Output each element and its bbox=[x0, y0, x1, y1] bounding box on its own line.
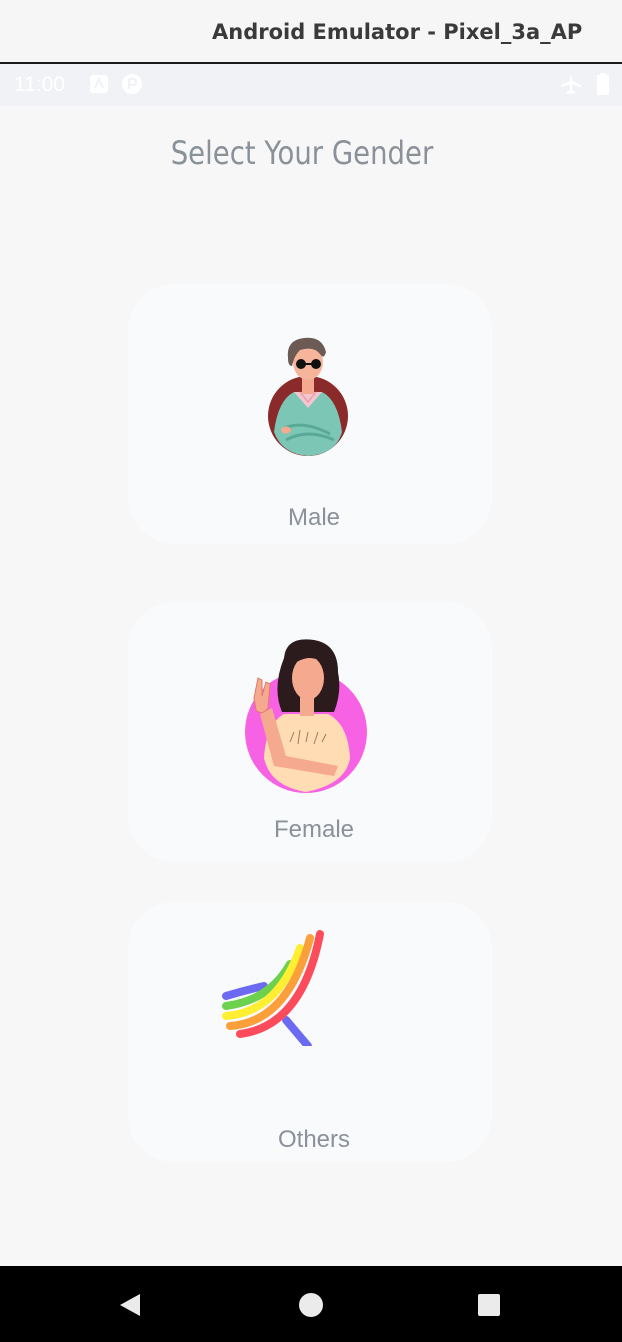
female-option-card[interactable]: Female bbox=[128, 602, 492, 862]
others-option-label: Others bbox=[277, 1126, 351, 1153]
home-icon[interactable] bbox=[296, 1290, 326, 1320]
rainbow-icon bbox=[222, 930, 324, 1046]
page-title: Select Your Gender bbox=[170, 134, 434, 172]
pocket-icon bbox=[122, 74, 142, 94]
airplane-mode-icon bbox=[561, 74, 581, 94]
male-option-card[interactable]: Male bbox=[128, 284, 492, 544]
window-title: Android Emulator - Pixel_3a_AP bbox=[212, 20, 583, 44]
female-avatar-icon bbox=[245, 639, 367, 793]
male-avatar-icon bbox=[268, 337, 348, 456]
battery-icon bbox=[597, 73, 609, 95]
status-time: 11:00 bbox=[14, 73, 65, 96]
accessibility-icon bbox=[90, 75, 108, 93]
recents-icon[interactable] bbox=[474, 1290, 504, 1320]
female-option-label: Female bbox=[273, 816, 355, 843]
app-screen: Select Your Gender Male Female Others bbox=[0, 106, 622, 1266]
others-option-card[interactable]: Others bbox=[128, 902, 492, 1162]
navigation-bar bbox=[0, 1266, 622, 1342]
status-bar: 11:00 bbox=[0, 64, 622, 106]
male-option-label: Male bbox=[287, 504, 341, 531]
back-icon[interactable] bbox=[116, 1290, 146, 1320]
emulator-title-bar[interactable]: Android Emulator - Pixel_3a_AP bbox=[0, 0, 622, 64]
